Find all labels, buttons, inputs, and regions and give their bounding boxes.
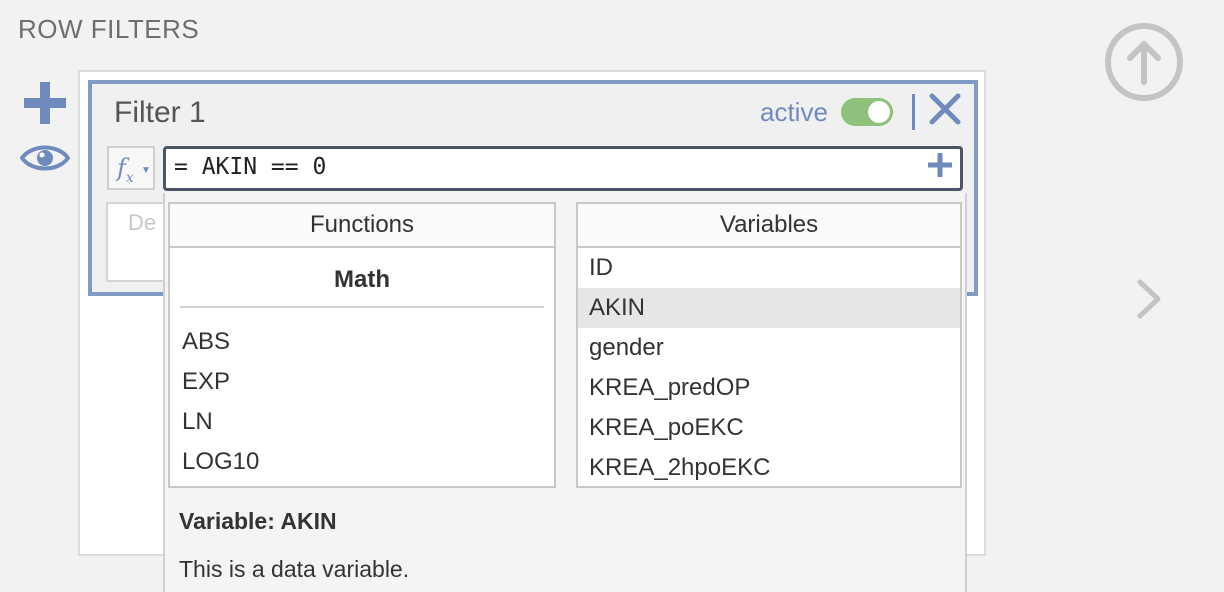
function-group-title: Math bbox=[334, 266, 390, 293]
variable-item[interactable]: ID bbox=[578, 248, 960, 288]
variables-list: Variables ID AKIN gender KREA_predOP KRE… bbox=[576, 202, 962, 488]
active-label: active bbox=[760, 97, 828, 127]
group-divider bbox=[180, 306, 544, 308]
functions-header: Functions bbox=[170, 204, 554, 248]
fx-icon: fx bbox=[117, 154, 134, 186]
function-picker-button[interactable]: fx ▼ bbox=[107, 146, 155, 190]
function-item[interactable]: LOG10 bbox=[170, 442, 554, 482]
arrow-up-circle-icon[interactable] bbox=[1104, 22, 1184, 102]
chevron-down-icon: ▼ bbox=[141, 165, 151, 176]
variable-item[interactable]: KREA_poEKC bbox=[578, 408, 960, 448]
info-title: Variable: AKIN bbox=[179, 508, 337, 534]
formula-text[interactable]: = AKIN == 0 bbox=[174, 154, 326, 180]
chevron-right-icon[interactable] bbox=[1134, 278, 1164, 320]
active-toggle[interactable] bbox=[841, 98, 893, 126]
variable-item[interactable]: gender bbox=[578, 328, 960, 368]
plus-icon[interactable] bbox=[928, 153, 952, 177]
eye-icon[interactable] bbox=[20, 140, 70, 176]
functions-list: Functions Math ABS EXP LN LOG10 bbox=[168, 202, 556, 488]
variables-header: Variables bbox=[578, 204, 960, 248]
variable-item[interactable]: KREA_predOP bbox=[578, 368, 960, 408]
divider bbox=[912, 94, 915, 130]
section-title: ROW FILTERS bbox=[18, 14, 200, 44]
function-item[interactable]: EXP bbox=[170, 362, 554, 402]
info-text: This is a data variable. bbox=[179, 556, 410, 582]
variable-item[interactable]: KREA_2hpoEKC bbox=[578, 448, 960, 486]
function-item[interactable]: ABS bbox=[170, 322, 554, 362]
toggle-knob bbox=[868, 101, 890, 123]
add-filter-icon[interactable] bbox=[24, 82, 66, 124]
close-icon[interactable] bbox=[928, 92, 962, 126]
variable-item-selected[interactable]: AKIN bbox=[578, 288, 960, 328]
function-item[interactable]: LN bbox=[170, 402, 554, 442]
description-placeholder: De bbox=[128, 210, 157, 235]
filter-name[interactable]: Filter 1 bbox=[114, 96, 206, 130]
